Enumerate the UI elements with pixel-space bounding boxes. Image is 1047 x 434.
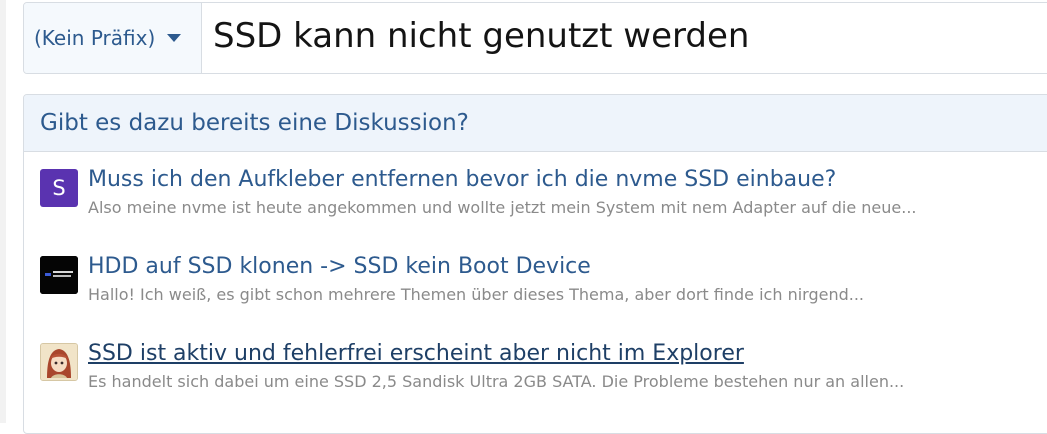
similar-threads-heading: Gibt es dazu bereits eine Diskussion? <box>24 95 1047 152</box>
thread-link[interactable]: SSD ist aktiv und fehlerfrei erscheint a… <box>88 341 744 366</box>
similar-thread-item: S Muss ich den Aufkleber entfernen bevor… <box>40 167 1047 229</box>
similar-threads-panel: Gibt es dazu bereits eine Diskussion? S … <box>23 94 1047 434</box>
thread-title-row: (Kein Präfix) <box>23 2 1047 74</box>
thread-snippet: Hallo! Ich weiß, es gibt schon mehrere T… <box>88 285 864 304</box>
avatar-letter: S <box>52 176 66 200</box>
page-left-edge <box>0 0 6 423</box>
thread-title-input[interactable] <box>202 3 1047 73</box>
avatar-logo-image <box>40 256 78 294</box>
thread-link[interactable]: Muss ich den Aufkleber entfernen bevor i… <box>88 167 836 192</box>
thread-snippet: Also meine nvme ist heute angekommen und… <box>88 198 917 217</box>
avatar[interactable]: S <box>40 169 78 207</box>
similar-thread-item: HDD auf SSD klonen -> SSD kein Boot Devi… <box>40 254 1047 316</box>
thread-snippet: Es handelt sich dabei um eine SSD 2,5 Sa… <box>88 372 905 391</box>
prefix-label: (Kein Präfix) <box>34 26 156 50</box>
thread-link[interactable]: HDD auf SSD klonen -> SSD kein Boot Devi… <box>88 254 591 279</box>
avatar[interactable] <box>40 256 78 294</box>
chevron-down-icon <box>167 34 182 42</box>
avatar[interactable] <box>40 343 78 381</box>
avatar-character-image <box>41 344 77 380</box>
prefix-dropdown[interactable]: (Kein Präfix) <box>24 3 202 73</box>
similar-thread-item: SSD ist aktiv und fehlerfrei erscheint a… <box>40 341 1047 403</box>
